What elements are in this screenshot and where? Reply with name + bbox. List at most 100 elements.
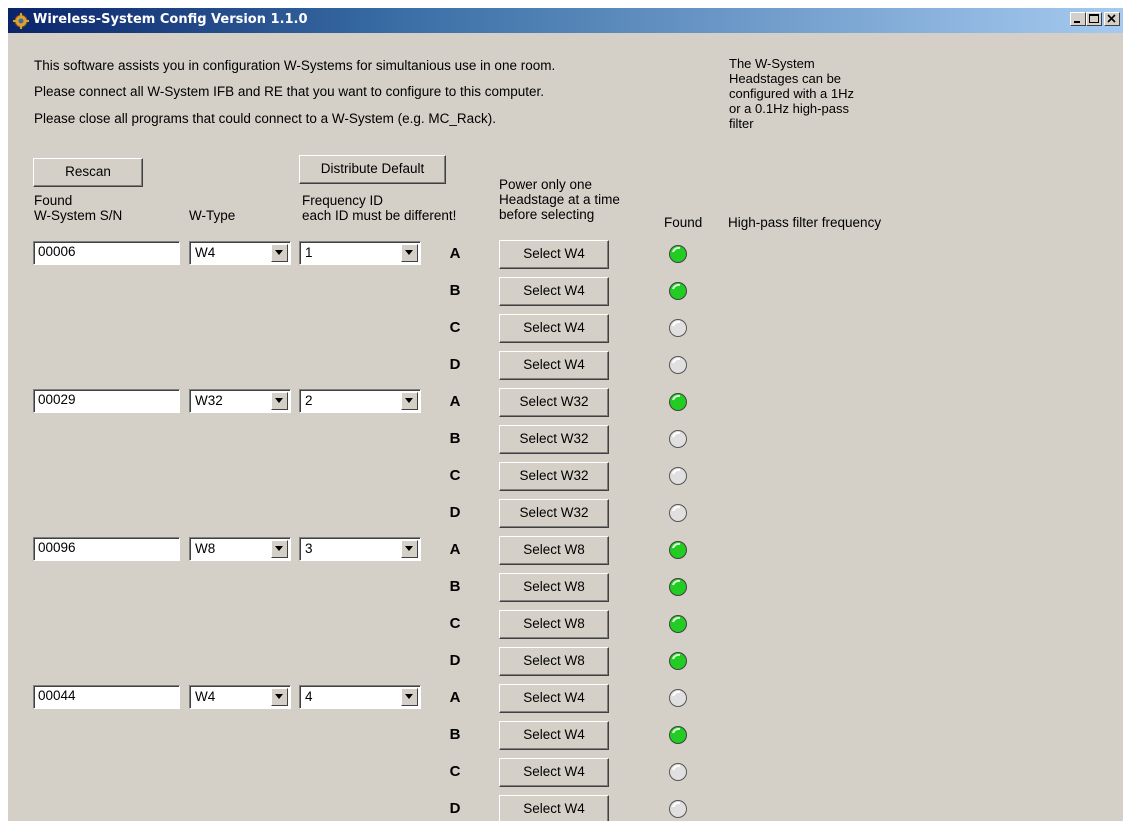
wtype-select[interactable]: W32 — [189, 389, 291, 413]
wtype-select[interactable]: W8 — [189, 537, 291, 561]
headstage-letter: B — [449, 726, 461, 743]
header-line: Headstage at a time — [499, 192, 620, 207]
found-indicator-off — [668, 688, 688, 708]
config-window: Wireless-System Config Version 1.1.0 Thi… — [7, 7, 1123, 821]
wtype-value: W4 — [195, 245, 216, 260]
select-headstage-button[interactable]: Select W4 — [499, 240, 609, 269]
wtype-header: W-Type — [189, 208, 236, 223]
headstage-letter: C — [449, 763, 461, 780]
select-headstage-button[interactable]: Select W4 — [499, 684, 609, 713]
found-indicator-on — [668, 392, 688, 412]
frequency-dropdown-button[interactable] — [401, 688, 418, 706]
chevron-down-icon — [405, 546, 413, 551]
wtype-dropdown-button[interactable] — [271, 244, 288, 262]
headstage-letter: B — [449, 578, 461, 595]
select-headstage-button[interactable]: Select W32 — [499, 388, 609, 417]
headstage-letter: A — [449, 541, 461, 558]
side-note-line: The W-System — [729, 56, 815, 71]
select-headstage-button[interactable]: Select W4 — [499, 721, 609, 750]
chevron-down-icon — [405, 694, 413, 699]
select-headstage-button[interactable]: Select W8 — [499, 647, 609, 676]
header-line: Frequency ID — [302, 193, 384, 208]
maximize-button[interactable] — [1086, 12, 1102, 26]
frequency-id-select[interactable]: 1 — [299, 241, 421, 265]
info-line-2: Please connect all W-System IFB and RE t… — [34, 84, 545, 99]
info-line-1: This software assists you in configurati… — [34, 58, 556, 73]
minimize-icon — [1074, 21, 1080, 23]
frequency-dropdown-button[interactable] — [401, 244, 418, 262]
highpass-header: High-pass filter frequency — [728, 215, 882, 230]
found-indicator-on — [668, 540, 688, 560]
found-indicator-on — [668, 244, 688, 264]
found-indicator-off — [668, 318, 688, 338]
wtype-dropdown-button[interactable] — [271, 688, 288, 706]
headstage-letter: C — [449, 615, 461, 632]
serial-number-field[interactable]: 00029 — [33, 389, 180, 413]
frequency-dropdown-button[interactable] — [401, 392, 418, 410]
select-headstage-button[interactable]: Select W8 — [499, 536, 609, 565]
close-icon — [1107, 14, 1116, 23]
header-line: each ID must be different! — [302, 208, 457, 223]
header-line: Power only one — [499, 177, 593, 192]
side-note-line: or a 0.1Hz high-pass — [729, 101, 849, 116]
headstage-letter: A — [449, 689, 461, 706]
serial-number-field[interactable]: 00044 — [33, 685, 180, 709]
wtype-dropdown-button[interactable] — [271, 392, 288, 410]
headstage-letter: D — [449, 652, 461, 669]
select-headstage-button[interactable]: Select W32 — [499, 499, 609, 528]
minimize-button[interactable] — [1070, 12, 1086, 26]
frequency-id-header: Frequency ID each ID must be different! — [302, 193, 456, 223]
side-note: The W-System Headstages can be configure… — [729, 56, 854, 131]
wtype-value: W4 — [195, 689, 216, 704]
close-button[interactable] — [1104, 12, 1120, 26]
side-note-line: configured with a 1Hz — [729, 86, 855, 101]
power-instruction-header: Power only one Headstage at a time befor… — [499, 177, 620, 222]
wtype-dropdown-button[interactable] — [271, 540, 288, 558]
serial-number-field[interactable]: 00096 — [33, 537, 180, 561]
frequency-id-value: 1 — [305, 245, 313, 260]
select-headstage-button[interactable]: Select W8 — [499, 610, 609, 639]
side-note-line: filter — [729, 116, 754, 131]
frequency-id-select[interactable]: 4 — [299, 685, 421, 709]
select-headstage-button[interactable]: Select W4 — [499, 351, 609, 380]
headstage-letter: A — [449, 393, 461, 410]
select-headstage-button[interactable]: Select W32 — [499, 462, 609, 491]
headstage-letter: D — [449, 800, 461, 817]
chevron-down-icon — [275, 398, 283, 403]
serial-number-field[interactable]: 00006 — [33, 241, 180, 265]
select-headstage-button[interactable]: Select W32 — [499, 425, 609, 454]
select-headstage-button[interactable]: Select W4 — [499, 758, 609, 787]
wtype-select[interactable]: W4 — [189, 685, 291, 709]
side-note-line: Headstages can be — [729, 71, 842, 86]
title-bar[interactable]: Wireless-System Config Version 1.1.0 — [8, 8, 1123, 33]
found-indicator-off — [668, 355, 688, 375]
window-title: Wireless-System Config Version 1.1.0 — [33, 12, 308, 27]
frequency-id-value: 2 — [305, 393, 313, 408]
found-indicator-on — [668, 577, 688, 597]
found-indicator-on — [668, 651, 688, 671]
select-headstage-button[interactable]: Select W4 — [499, 277, 609, 306]
found-indicator-on — [668, 614, 688, 634]
frequency-id-value: 3 — [305, 541, 313, 556]
rescan-button[interactable]: Rescan — [33, 158, 143, 187]
select-headstage-button[interactable]: Select W4 — [499, 795, 609, 821]
found-header: Found — [664, 215, 703, 230]
chevron-down-icon — [275, 546, 283, 551]
frequency-dropdown-button[interactable] — [401, 540, 418, 558]
distribute-default-button[interactable]: Distribute Default — [299, 155, 446, 184]
frequency-id-select[interactable]: 3 — [299, 537, 421, 561]
wtype-select[interactable]: W4 — [189, 241, 291, 265]
select-headstage-button[interactable]: Select W4 — [499, 314, 609, 343]
headstage-letter: C — [449, 319, 461, 336]
found-sn-header: Found W-System S/N — [34, 193, 122, 223]
found-indicator-off — [668, 429, 688, 449]
select-headstage-button[interactable]: Select W8 — [499, 573, 609, 602]
found-indicator-off — [668, 799, 688, 819]
found-indicator-off — [668, 503, 688, 523]
wtype-value: W32 — [195, 393, 223, 408]
headstage-letter: B — [449, 282, 461, 299]
header-line: before selecting — [499, 207, 595, 222]
frequency-id-value: 4 — [305, 689, 313, 704]
frequency-id-select[interactable]: 2 — [299, 389, 421, 413]
info-line-3: Please close all programs that could con… — [34, 111, 496, 126]
